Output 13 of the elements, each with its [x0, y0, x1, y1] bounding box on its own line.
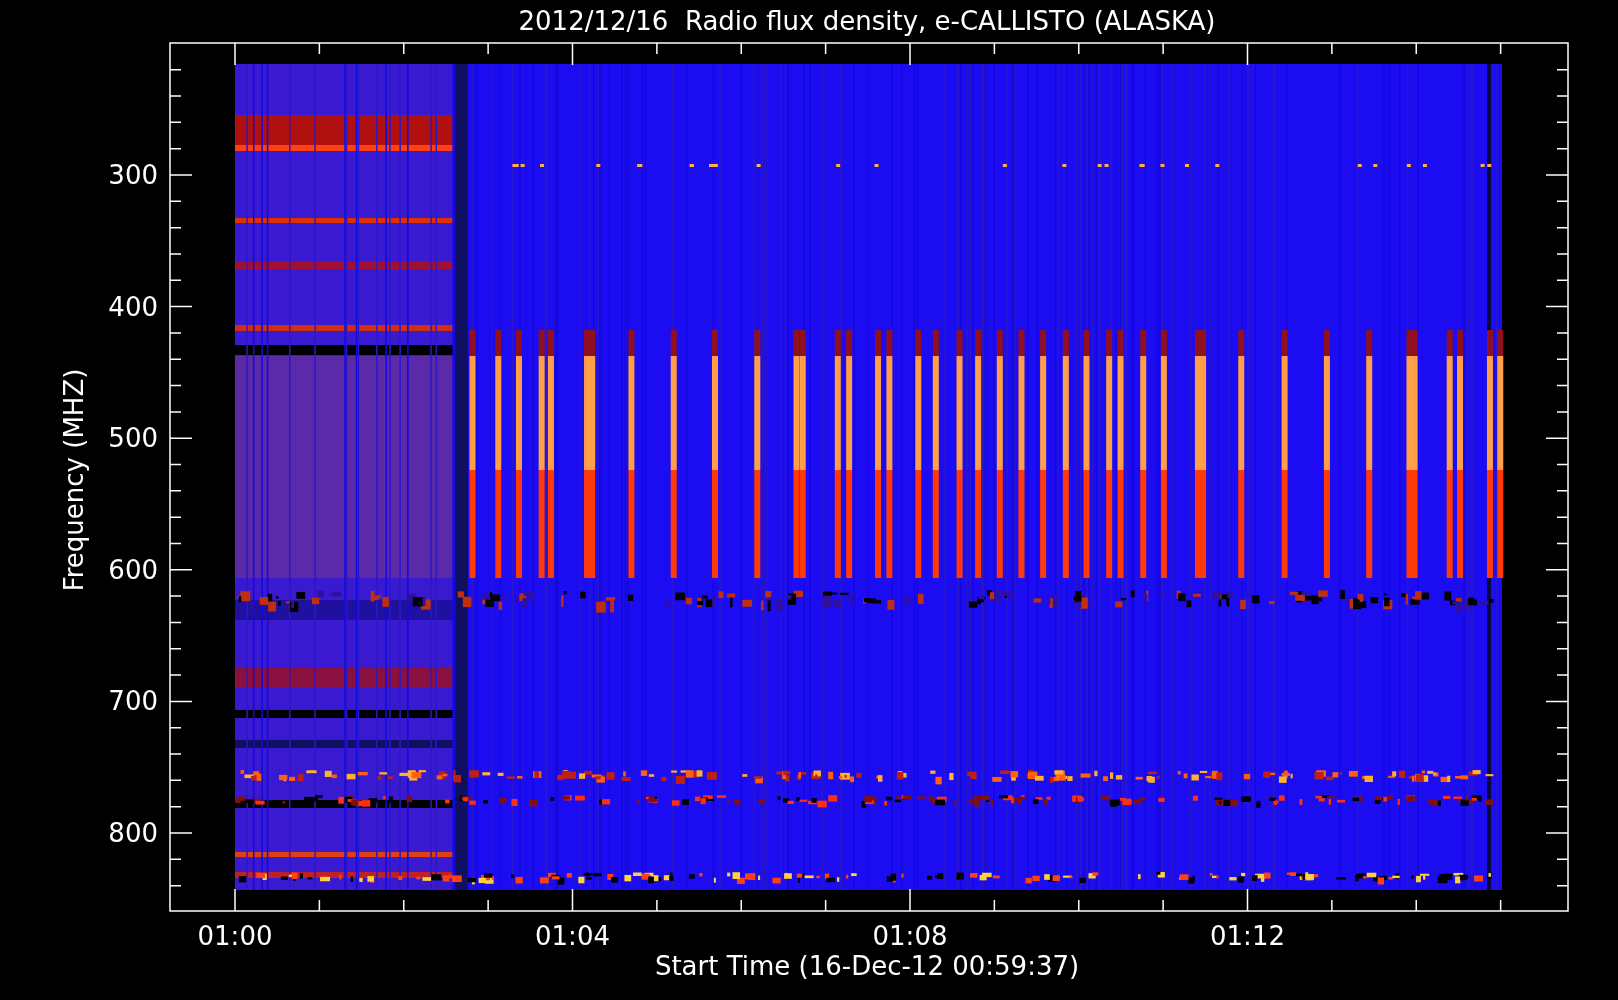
- x-tick-label: 01:04: [535, 921, 610, 951]
- x-tick-label: 01:12: [1210, 921, 1285, 951]
- x-tick-label: 01:00: [197, 921, 273, 951]
- y-axis-label: Frequency (MHZ): [59, 368, 89, 592]
- y-tick-label: 400: [108, 291, 158, 322]
- chart-title: 2012/12/16 Radio flux density, e-CALLISTO (ALASKA): [518, 6, 1216, 36]
- y-tick-label: 700: [108, 686, 158, 717]
- y-tick-label: 300: [108, 160, 158, 190]
- x-tick-label: 01:08: [872, 921, 948, 951]
- y-tick-label: 800: [108, 818, 158, 848]
- y-tick-label: 600: [108, 554, 158, 585]
- x-axis-label: Start Time (16-Dec-12 00:59:37): [654, 951, 1080, 981]
- y-tick-label: 500: [108, 423, 158, 454]
